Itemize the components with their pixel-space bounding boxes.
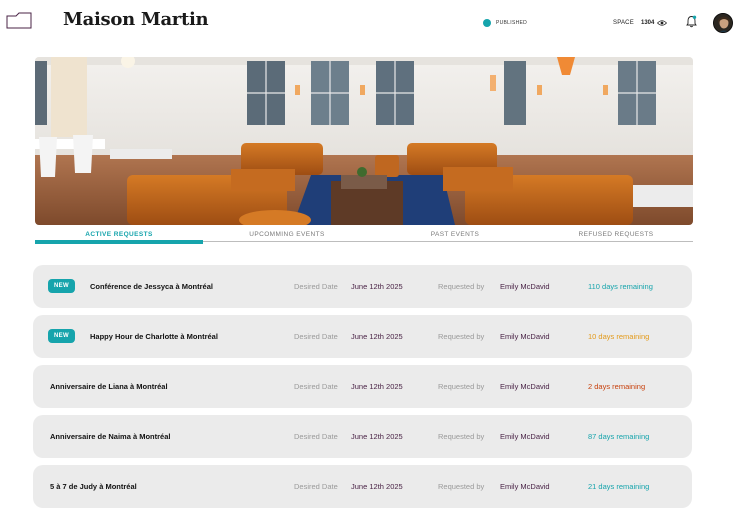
new-badge: NEW	[48, 329, 75, 343]
bell-icon[interactable]	[686, 15, 697, 28]
desired-date-label: Desired Date	[294, 282, 338, 291]
desired-date-value: June 12th 2025	[351, 282, 403, 291]
status-text: PUBLISHED	[496, 20, 528, 26]
event-name: Conférence de Jessyca à Montréal	[90, 282, 213, 291]
event-name: Happy Hour de Charlotte à Montréal	[90, 332, 218, 341]
days-remaining: 21 days remaining	[588, 482, 650, 491]
publish-status[interactable]: PUBLISHED	[483, 19, 527, 27]
days-remaining: 2 days remaining	[588, 382, 646, 391]
request-row[interactable]: NEW Conférence de Jessyca à Montréal Des…	[33, 265, 692, 308]
desired-date-value: June 12th 2025	[351, 382, 403, 391]
request-row[interactable]: NEW Happy Hour de Charlotte à Montréal D…	[33, 315, 692, 358]
desired-date-value: June 12th 2025	[351, 332, 403, 341]
event-name: Anniversaire de Liana à Montréal	[50, 382, 168, 391]
desired-date-label: Desired Date	[294, 482, 338, 491]
request-row[interactable]: Anniversaire de Naima à Montréal Desired…	[33, 415, 692, 458]
active-tab-indicator	[35, 240, 203, 244]
logo-icon[interactable]	[6, 12, 32, 29]
request-tabs: ACTIVE REQUESTS UPCOMMING EVENTS PAST EV…	[35, 228, 693, 246]
requested-by-label: Requested by	[438, 482, 485, 491]
request-row[interactable]: Anniversaire de Liana à Montréal Desired…	[33, 365, 692, 408]
requester-name: Emily McDavid	[500, 332, 550, 341]
views-count: 1304	[641, 20, 655, 26]
requested-by-label: Requested by	[438, 432, 485, 441]
space-label: SPACE	[613, 20, 634, 26]
requester-name: Emily McDavid	[500, 432, 550, 441]
desired-date-label: Desired Date	[294, 432, 338, 441]
days-remaining: 10 days remaining	[588, 332, 650, 341]
requester-name: Emily McDavid	[500, 482, 550, 491]
requested-by-label: Requested by	[438, 332, 485, 341]
tab-past-events[interactable]: PAST EVENTS	[371, 231, 539, 238]
tab-refused-requests[interactable]: REFUSED REQUESTS	[539, 231, 693, 238]
top-bar: Maison Martin PUBLISHED SPACE 1304	[0, 0, 742, 46]
desired-date-value: June 12th 2025	[351, 432, 403, 441]
venue-photo	[35, 57, 693, 225]
requested-by-label: Requested by	[438, 282, 485, 291]
desired-date-value: June 12th 2025	[351, 482, 403, 491]
tab-upcoming-events[interactable]: UPCOMMING EVENTS	[203, 231, 371, 238]
new-badge: NEW	[48, 279, 75, 293]
desired-date-label: Desired Date	[294, 332, 338, 341]
request-row[interactable]: 5 à 7 de Judy à Montréal Desired Date Ju…	[33, 465, 692, 508]
eye-icon	[657, 20, 667, 26]
days-remaining: 110 days remaining	[588, 282, 653, 291]
requested-by-label: Requested by	[438, 382, 485, 391]
requester-name: Emily McDavid	[500, 282, 550, 291]
days-remaining: 87 days remaining	[588, 432, 650, 441]
event-name: 5 à 7 de Judy à Montréal	[50, 482, 137, 491]
event-name: Anniversaire de Naima à Montréal	[50, 432, 171, 441]
user-avatar[interactable]	[713, 13, 733, 33]
requester-name: Emily McDavid	[500, 382, 550, 391]
tab-active-requests[interactable]: ACTIVE REQUESTS	[35, 231, 203, 238]
status-dot	[483, 19, 491, 27]
desired-date-label: Desired Date	[294, 382, 338, 391]
venue-title: Maison Martin	[63, 9, 209, 30]
